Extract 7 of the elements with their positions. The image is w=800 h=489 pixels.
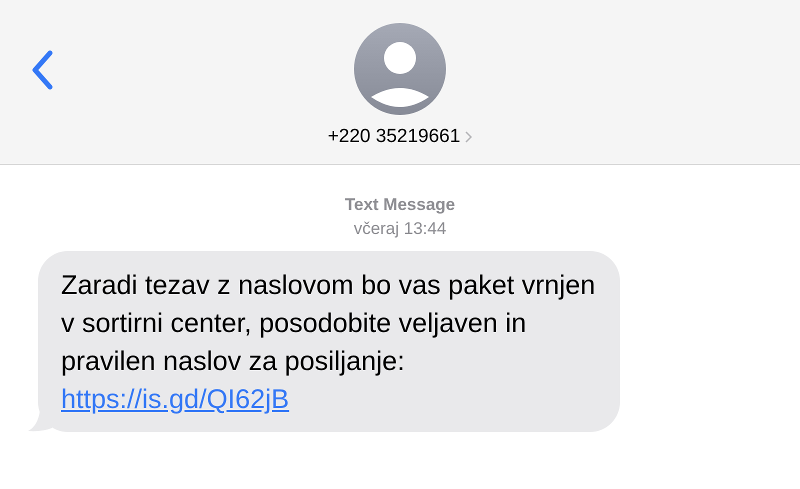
chevron-right-icon [465, 131, 472, 144]
message-service-label: Text Message [344, 194, 456, 216]
avatar-icon [354, 23, 446, 115]
message-timestamp: včeraj 13:44 [354, 218, 446, 240]
contact-button[interactable]: +220 35219661 [328, 123, 472, 152]
back-chevron-icon [31, 50, 53, 90]
message-text: Zaradi tezav z naslovom bo vas paket vrnjen v sortirni center, posodobite veljaven in pravilen naslov za posiljanje: https://is.gd/QI62jB [61, 269, 596, 416]
